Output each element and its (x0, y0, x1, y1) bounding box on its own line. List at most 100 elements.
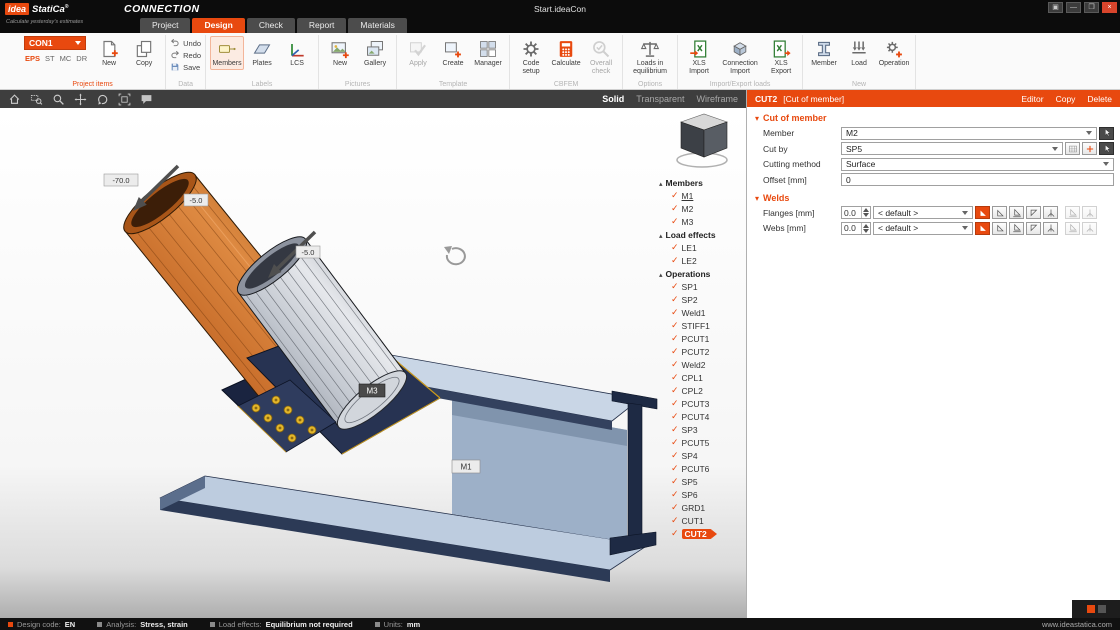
tree-item[interactable]: PCUT3 (659, 397, 745, 410)
tree-item[interactable]: CUT1 (659, 514, 745, 527)
project-item-select[interactable]: CON1 (24, 36, 86, 50)
ribbon-small-button[interactable]: Redo (170, 50, 201, 60)
mode-toggle[interactable]: EPS (25, 54, 40, 63)
ribbon-button[interactable]: Apply (401, 36, 435, 70)
checkmark-icon[interactable] (671, 398, 679, 409)
checkmark-icon[interactable] (671, 424, 679, 435)
weld-type-button[interactable] (1065, 222, 1080, 235)
ribbon-button[interactable]: Overall check (584, 36, 618, 78)
orbit-icon[interactable] (96, 93, 109, 106)
tree-item[interactable]: LE1 (659, 241, 745, 254)
flanges-size-input[interactable]: 0.0 (841, 206, 871, 219)
spin-down-icon[interactable] (863, 229, 869, 233)
tree-item[interactable]: SP2 (659, 293, 745, 306)
tree-item[interactable]: Weld2 (659, 358, 745, 371)
home-icon[interactable] (8, 93, 21, 106)
ribbon-tab[interactable]: Materials (348, 18, 406, 33)
tree-item[interactable]: SP5 (659, 475, 745, 488)
pick-cutting-object-button[interactable] (1099, 142, 1114, 155)
ribbon-button[interactable]: XLS Export (764, 36, 798, 78)
weld-type-button[interactable] (1082, 222, 1097, 235)
checkmark-icon[interactable] (671, 359, 679, 370)
offset-input[interactable]: 0 (841, 173, 1114, 186)
mode-toggle[interactable]: MC (60, 54, 72, 63)
dim-label[interactable]: -5.0 (296, 246, 320, 258)
weld-type-button[interactable] (1043, 222, 1058, 235)
ribbon-button[interactable]: Calculate (549, 36, 583, 78)
ribbon-button[interactable]: Gallery (358, 36, 392, 70)
weld-type-button[interactable] (1026, 206, 1041, 219)
checkmark-icon[interactable] (671, 320, 679, 331)
ribbon-button[interactable]: Plates (245, 36, 279, 70)
copy-button[interactable]: Copy (1056, 94, 1076, 104)
tree-item[interactable]: M2 (659, 202, 745, 215)
checkmark-icon[interactable] (671, 502, 679, 513)
tree-item[interactable]: Weld1 (659, 306, 745, 319)
balloon-icon[interactable] (140, 93, 153, 106)
tree-item[interactable]: PCUT2 (659, 345, 745, 358)
render-mode-button[interactable]: Solid (602, 94, 624, 104)
ribbon-button[interactable]: New (92, 36, 126, 70)
checkmark-icon[interactable] (671, 385, 679, 396)
checkmark-icon[interactable] (671, 411, 679, 422)
tree-item[interactable]: CUT2 (659, 527, 745, 540)
mode-toggle[interactable]: ST (45, 54, 55, 63)
tree-group-members[interactable]: Members (659, 176, 745, 189)
tree-item[interactable]: SP4 (659, 449, 745, 462)
flanges-weld-button[interactable] (975, 206, 990, 219)
ribbon-button[interactable]: Create (436, 36, 470, 70)
ribbon-button[interactable]: XLS Import (682, 36, 716, 78)
tree-item[interactable]: STIFF1 (659, 319, 745, 332)
add-cutting-object-button[interactable] (1082, 142, 1097, 155)
ribbon-button[interactable]: Copy (127, 36, 161, 70)
ribbon-button[interactable]: Member (807, 36, 841, 70)
tree-item[interactable]: M1 (659, 189, 745, 202)
weld-type-button[interactable] (1043, 206, 1058, 219)
spin-up-icon[interactable] (863, 208, 869, 212)
zoom-window-icon[interactable] (30, 93, 43, 106)
status-item[interactable]: Design code: EN (8, 620, 75, 629)
ribbon-button[interactable]: New (323, 36, 357, 70)
ribbon-button[interactable]: LCS (280, 36, 314, 70)
ribbon-tab[interactable]: Project (140, 18, 190, 33)
checkmark-icon[interactable] (671, 528, 679, 539)
tree-item[interactable]: GRD1 (659, 501, 745, 514)
status-item[interactable]: Units: mm (375, 620, 421, 629)
delete-button[interactable]: Delete (1087, 94, 1112, 104)
tree-item[interactable]: CPL2 (659, 384, 745, 397)
tree-item[interactable]: LE2 (659, 254, 745, 267)
fit-icon[interactable] (118, 93, 131, 106)
ribbon-small-button[interactable]: Save (170, 62, 201, 72)
render-mode-button[interactable]: Transparent (636, 94, 684, 104)
tree-item[interactable]: SP1 (659, 280, 745, 293)
webs-weld-button[interactable] (975, 222, 990, 235)
member-label-m1[interactable]: M1 (452, 460, 480, 473)
tree-item[interactable]: PCUT5 (659, 436, 745, 449)
webs-size-input[interactable]: 0.0 (841, 222, 871, 235)
ribbon-tab[interactable]: Check (247, 18, 295, 33)
checkmark-icon[interactable] (671, 216, 679, 227)
mode-toggle[interactable]: DR (76, 54, 87, 63)
status-item[interactable]: Analysis: Stress, strain (97, 620, 188, 629)
ribbon-small-button[interactable]: Undo (170, 38, 201, 48)
weld-type-button[interactable] (1009, 222, 1024, 235)
ribbon-button[interactable]: Operation (877, 36, 911, 70)
zoom-icon[interactable] (52, 93, 65, 106)
checkmark-icon[interactable] (671, 450, 679, 461)
cutting-method-select[interactable]: Surface (841, 158, 1114, 171)
checkmark-icon[interactable] (671, 437, 679, 448)
weld-type-button[interactable] (1026, 222, 1041, 235)
checkmark-icon[interactable] (671, 333, 679, 344)
tree-item[interactable]: SP3 (659, 423, 745, 436)
member-select[interactable]: M2 (841, 127, 1097, 140)
tree-item[interactable]: SP6 (659, 488, 745, 501)
checkmark-icon[interactable] (671, 463, 679, 474)
dim-label[interactable]: -5.0 (184, 194, 208, 206)
checkmark-icon[interactable] (671, 372, 679, 383)
editor-button[interactable]: Editor (1021, 94, 1043, 104)
checkmark-icon[interactable] (671, 307, 679, 318)
weld-type-button[interactable] (1082, 206, 1097, 219)
weld-type-button[interactable] (1065, 206, 1080, 219)
weld-type-button[interactable] (1009, 206, 1024, 219)
tree-item[interactable]: PCUT4 (659, 410, 745, 423)
